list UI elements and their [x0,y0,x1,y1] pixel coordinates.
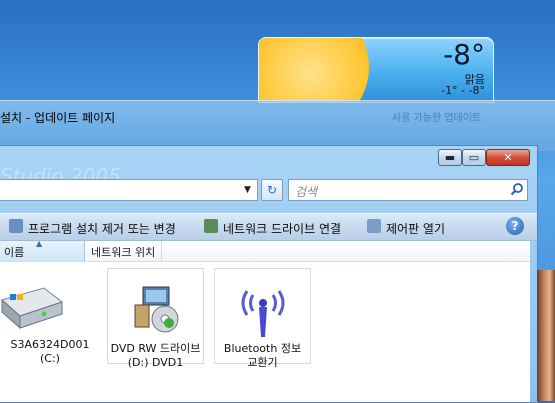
weather-temperature: -8° [443,38,485,71]
sun-icon [259,38,369,102]
drive-d-label-line1: DVD RW 드라이브 [110,342,201,355]
bluetooth-exchange-icon [241,290,285,337]
search-icon[interactable] [510,182,524,200]
uninstall-program-button[interactable]: 프로그램 설치 제거 또는 변경 [28,220,176,237]
weather-range: -1° - -8° [441,84,485,97]
close-button[interactable]: ✕ [486,149,530,166]
weather-gadget[interactable]: -8° 맑음 -1° - -8° [258,37,494,103]
refresh-button[interactable]: ↻ [261,179,283,201]
explorer-window: Studio 2005 ▬ ▭ ✕ ▼ ↻ 검색 프로그램 설치 제거 또는 변… [0,145,538,403]
bluetooth-label-line2: 교환기 [247,356,278,369]
network-drive-icon [204,219,218,233]
update-window-subtitle: 사용 가능한 업데이트 [392,113,482,124]
search-input[interactable]: 검색 [288,179,528,201]
desktop-photo-edge [537,270,555,401]
maximize-button[interactable]: ▭ [462,149,486,166]
search-placeholder: 검색 [295,185,318,199]
control-panel-icon [367,219,381,233]
drive-c-label-line2: (C:) [40,352,60,365]
column-header-bar: ▲ 이름 네트워크 위치 [0,239,530,262]
bluetooth-exchange-item[interactable]: Bluetooth 정보 교환기 [214,268,311,369]
hard-drive-icon [0,287,64,330]
programs-icon [9,219,23,233]
drive-d-label-line2: (D:) DVD1 [127,356,184,369]
map-network-drive-button[interactable]: 네트워크 드라이브 연결 [223,220,341,237]
command-bar: 프로그램 설치 제거 또는 변경 네트워크 드라이브 연결 제어판 열기 ? [0,213,537,241]
drive-item-c[interactable]: S3A6324D001 (C:) [0,266,100,392]
sort-ascending-icon: ▲ [36,239,43,248]
update-window-titlebar[interactable]: 설치 - 업데이트 페이지 사용 가능한 업데이트 [0,100,555,151]
address-bar[interactable]: ▼ [0,179,258,201]
bluetooth-label-line1: Bluetooth 정보 [223,342,302,355]
update-window-title: 설치 - 업데이트 페이지 [0,111,116,125]
drive-item-d[interactable]: DVD RW 드라이브 (D:) DVD1 [107,268,204,369]
chevron-down-icon[interactable]: ▼ [244,185,251,195]
column-header-network-location[interactable]: 네트워크 위치 [91,244,155,260]
help-button[interactable]: ? [506,217,524,235]
column-divider [161,241,162,261]
minimize-icon: ▬ [444,151,456,164]
column-header-name[interactable]: ▲ 이름 [0,239,85,261]
minimize-button[interactable]: ▬ [438,149,462,166]
dvd-drive-icon [134,286,179,333]
file-list-pane: ▲ 이름 네트워크 위치 S3A6324D001 (C:) DVD RW 드라이… [0,239,530,402]
open-control-panel-button[interactable]: 제어판 열기 [386,220,445,237]
column-header-name-label: 이름 [4,246,25,259]
maximize-icon: ▭ [468,151,480,164]
close-icon: ✕ [503,151,513,164]
drive-c-label-line1: S3A6324D001 [10,338,90,351]
